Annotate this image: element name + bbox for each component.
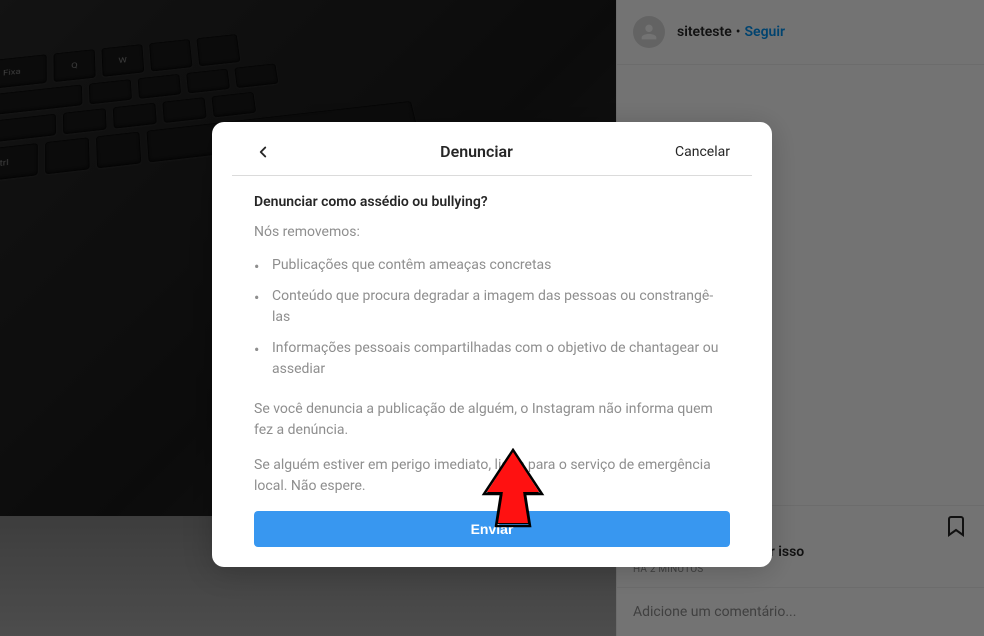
report-bullet: Publicações que contêm ameaças concretas — [254, 250, 730, 281]
modal-header: Denunciar Cancelar — [232, 138, 752, 176]
report-bullet: Informações pessoais compartilhadas com … — [254, 333, 730, 385]
chevron-left-icon — [254, 143, 272, 161]
modal-title: Denunciar — [278, 142, 675, 161]
back-button[interactable] — [254, 143, 278, 161]
report-paragraph: Se alguém estiver em perigo imediato, li… — [254, 455, 730, 497]
modal-content: Denunciar como assédio ou bullying? Nós … — [212, 176, 772, 547]
cancel-button[interactable]: Cancelar — [675, 144, 730, 160]
report-question: Denunciar como assédio ou bullying? — [254, 194, 730, 210]
report-paragraph: Se você denuncia a publicação de alguém,… — [254, 399, 730, 441]
report-intro: Nós removemos: — [254, 224, 730, 240]
report-bullet: Conteúdo que procura degradar a imagem d… — [254, 281, 730, 333]
report-modal: Denunciar Cancelar Denunciar como assédi… — [212, 122, 772, 567]
report-bullet-list: Publicações que contêm ameaças concretas… — [254, 250, 730, 385]
submit-button[interactable]: Enviar — [254, 511, 730, 547]
